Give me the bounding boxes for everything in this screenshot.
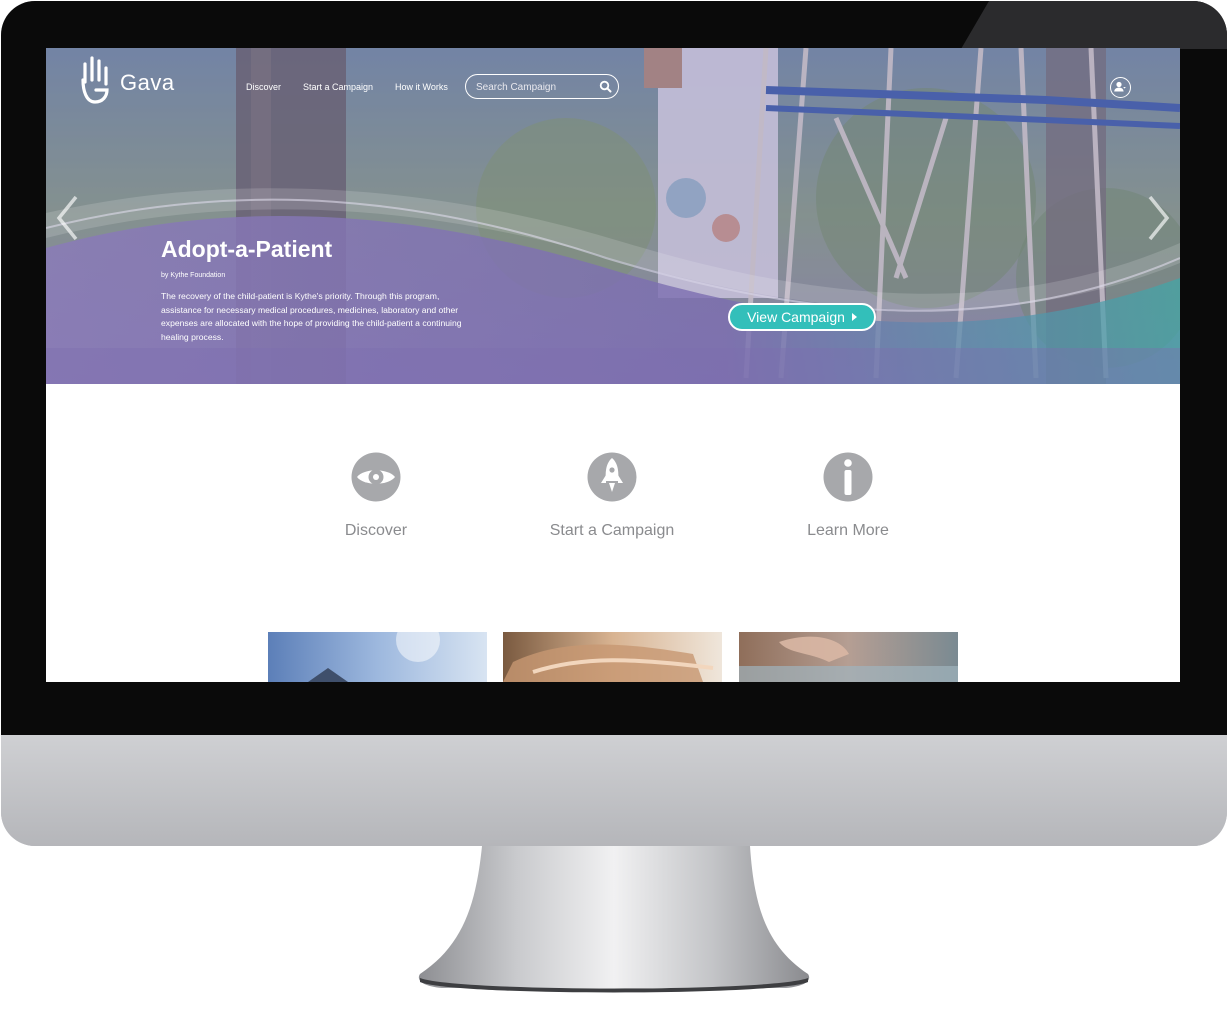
browser-viewport: Gava Discover Start a Campaign How it Wo… xyxy=(46,48,1180,682)
feature-start-campaign-label: Start a Campaign xyxy=(549,522,675,539)
search-input[interactable] xyxy=(474,79,596,96)
hero-title: Adopt-a-Patient xyxy=(161,236,333,262)
monitor-stand xyxy=(418,846,810,993)
campaign-thumbnail[interactable] xyxy=(503,632,722,682)
campaign-thumbnail[interactable] xyxy=(739,632,958,682)
campaign-thumbnail[interactable] xyxy=(268,632,487,682)
hand-logo-icon xyxy=(81,56,109,104)
feature-start-campaign[interactable]: Start a Campaign xyxy=(512,450,712,540)
eye-icon xyxy=(351,452,401,502)
feature-discover-label: Discover xyxy=(344,522,408,539)
campaign-thumbnail-image xyxy=(268,632,487,682)
previous-slide-arrow-icon[interactable] xyxy=(54,193,80,243)
next-slide-arrow-icon[interactable] xyxy=(1146,193,1172,243)
hero-byline: by Kythe Foundation xyxy=(161,272,226,279)
search-box xyxy=(465,74,619,99)
view-campaign-label: View Campaign xyxy=(747,309,845,325)
caret-right-icon xyxy=(851,313,857,321)
nav-link-start-campaign[interactable]: Start a Campaign xyxy=(303,82,373,92)
campaign-thumbnail-image xyxy=(739,632,958,682)
search-icon[interactable] xyxy=(599,80,612,93)
gava-logo[interactable]: Gava xyxy=(80,56,175,110)
feature-learn-more[interactable]: Learn More xyxy=(748,450,948,540)
rocket-icon xyxy=(587,452,637,502)
nav-link-discover[interactable]: Discover xyxy=(246,82,281,92)
brand-name: Gava xyxy=(120,70,175,95)
user-icon xyxy=(1114,81,1126,92)
feature-learn-more-label: Learn More xyxy=(807,522,889,539)
top-navigation: Gava Discover Start a Campaign How it Wo… xyxy=(46,48,1180,128)
hero-description: The recovery of the child-patient is Kyt… xyxy=(161,291,462,342)
hero-slider: Gava Discover Start a Campaign How it Wo… xyxy=(46,48,1180,384)
bezel-glare xyxy=(961,1,1227,49)
info-icon xyxy=(823,452,873,502)
campaign-thumbnail-image xyxy=(503,632,722,682)
view-campaign-button[interactable]: View Campaign xyxy=(728,303,876,331)
nav-link-how-it-works[interactable]: How it Works xyxy=(395,82,448,92)
feature-discover[interactable]: Discover xyxy=(276,450,476,540)
user-account-button[interactable] xyxy=(1110,77,1131,98)
monitor-chin xyxy=(1,735,1227,846)
